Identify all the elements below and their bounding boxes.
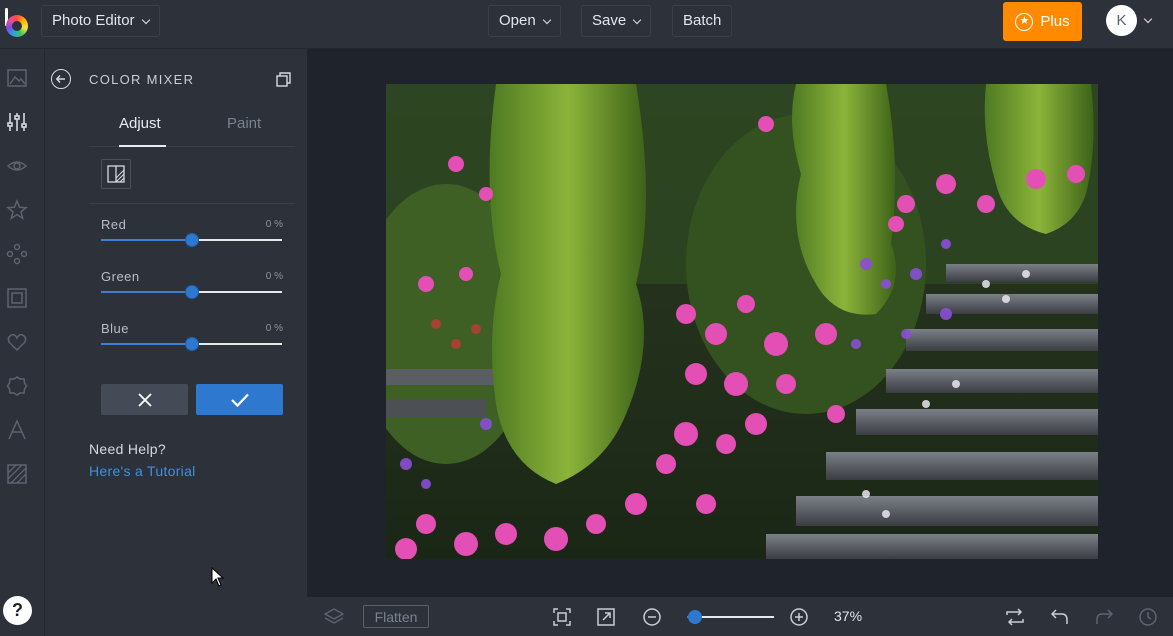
blue-slider[interactable] (101, 337, 282, 351)
save-button[interactable]: Save (581, 5, 652, 37)
swap-icon[interactable] (1005, 607, 1025, 627)
app-menu-button[interactable]: Photo Editor (41, 5, 160, 37)
red-slider-fill (101, 239, 192, 241)
help-button[interactable]: ? (3, 596, 32, 625)
close-icon (137, 392, 152, 407)
green-slider-fill (101, 291, 192, 293)
active-tab-indicator (119, 145, 166, 147)
chevron-down-icon (632, 15, 642, 24)
panel-divider (89, 203, 295, 204)
save-label: Save (592, 12, 627, 29)
green-slider-label: Green (101, 269, 140, 284)
back-arrow-icon[interactable] (51, 69, 71, 89)
chevron-down-icon[interactable] (1143, 14, 1153, 24)
zoom-slider[interactable] (687, 610, 774, 624)
zoom-slider-thumb[interactable] (687, 610, 702, 624)
chevron-down-icon (141, 15, 150, 24)
green-slider[interactable] (101, 285, 282, 299)
tab-adjust[interactable]: Adjust (119, 115, 161, 132)
blue-slider-label: Blue (101, 321, 130, 336)
help-title: Need Help? (89, 441, 166, 457)
red-slider-label: Red (101, 217, 127, 232)
text-icon[interactable] (6, 419, 28, 441)
heart-icon[interactable] (6, 331, 28, 353)
panel-title: COLOR MIXER (89, 72, 195, 87)
undo-icon[interactable] (1050, 607, 1070, 627)
redo-icon[interactable] (1094, 607, 1114, 627)
plus-label: Plus (1040, 13, 1070, 30)
split-view-icon (107, 165, 125, 183)
tab-paint[interactable]: Paint (227, 115, 261, 132)
open-label: Open (499, 12, 536, 29)
fit-screen-icon[interactable] (552, 607, 572, 627)
plus-upgrade-button[interactable]: ★ Plus (1003, 2, 1082, 41)
panel-tabs: Adjust Paint (89, 105, 295, 147)
color-mixer-panel: COLOR MIXER Adjust Paint Red 0 % Green 0… (45, 49, 307, 636)
garden-photo[interactable] (386, 84, 1098, 559)
open-button[interactable]: Open (488, 5, 561, 37)
tool-rail (0, 49, 45, 636)
zoom-level: 37% (834, 608, 863, 624)
layers-icon[interactable] (324, 607, 344, 627)
bottom-bar: Flatten 37% (307, 597, 1173, 636)
star-icon: ★ (1015, 12, 1034, 31)
copy-icon[interactable] (276, 71, 292, 87)
apply-button[interactable] (196, 384, 283, 415)
green-slider-thumb[interactable] (184, 285, 199, 299)
mouse-cursor-icon (211, 567, 225, 587)
batch-button[interactable]: Batch (672, 5, 733, 37)
texture-icon[interactable] (6, 463, 28, 485)
top-bar: Photo Editor Open Save Batch ★ Plus K (0, 0, 1173, 49)
zoom-out-icon[interactable] (642, 607, 662, 627)
sliders-icon[interactable] (6, 111, 28, 133)
batch-label: Batch (683, 12, 722, 29)
history-icon[interactable] (1138, 607, 1158, 627)
green-slider-value: 0 % (265, 271, 283, 282)
compare-toggle-button[interactable] (101, 159, 131, 189)
eye-icon[interactable] (6, 155, 28, 177)
actual-size-icon[interactable] (596, 607, 616, 627)
flatten-button[interactable]: Flatten (363, 605, 429, 628)
image-icon[interactable] (6, 67, 28, 89)
red-slider[interactable] (101, 233, 282, 247)
checkmark-icon (230, 393, 249, 407)
badge-icon[interactable] (6, 375, 28, 397)
frame-icon[interactable] (6, 287, 28, 309)
red-slider-thumb[interactable] (184, 233, 199, 247)
befunky-logo[interactable] (4, 8, 30, 38)
red-slider-value: 0 % (265, 219, 283, 230)
panel-header: COLOR MIXER (45, 49, 307, 107)
blue-slider-value: 0 % (265, 323, 283, 334)
nodes-icon[interactable] (6, 243, 28, 265)
star-icon[interactable] (6, 199, 28, 221)
tutorial-link[interactable]: Here's a Tutorial (89, 463, 196, 479)
blue-slider-thumb[interactable] (184, 337, 199, 351)
editor-canvas[interactable] (307, 49, 1173, 597)
blue-slider-fill (101, 343, 192, 345)
cancel-button[interactable] (101, 384, 188, 415)
chevron-down-icon (542, 15, 551, 24)
avatar[interactable]: K (1106, 5, 1137, 36)
app-menu-label: Photo Editor (52, 12, 135, 29)
zoom-in-icon[interactable] (789, 607, 809, 627)
